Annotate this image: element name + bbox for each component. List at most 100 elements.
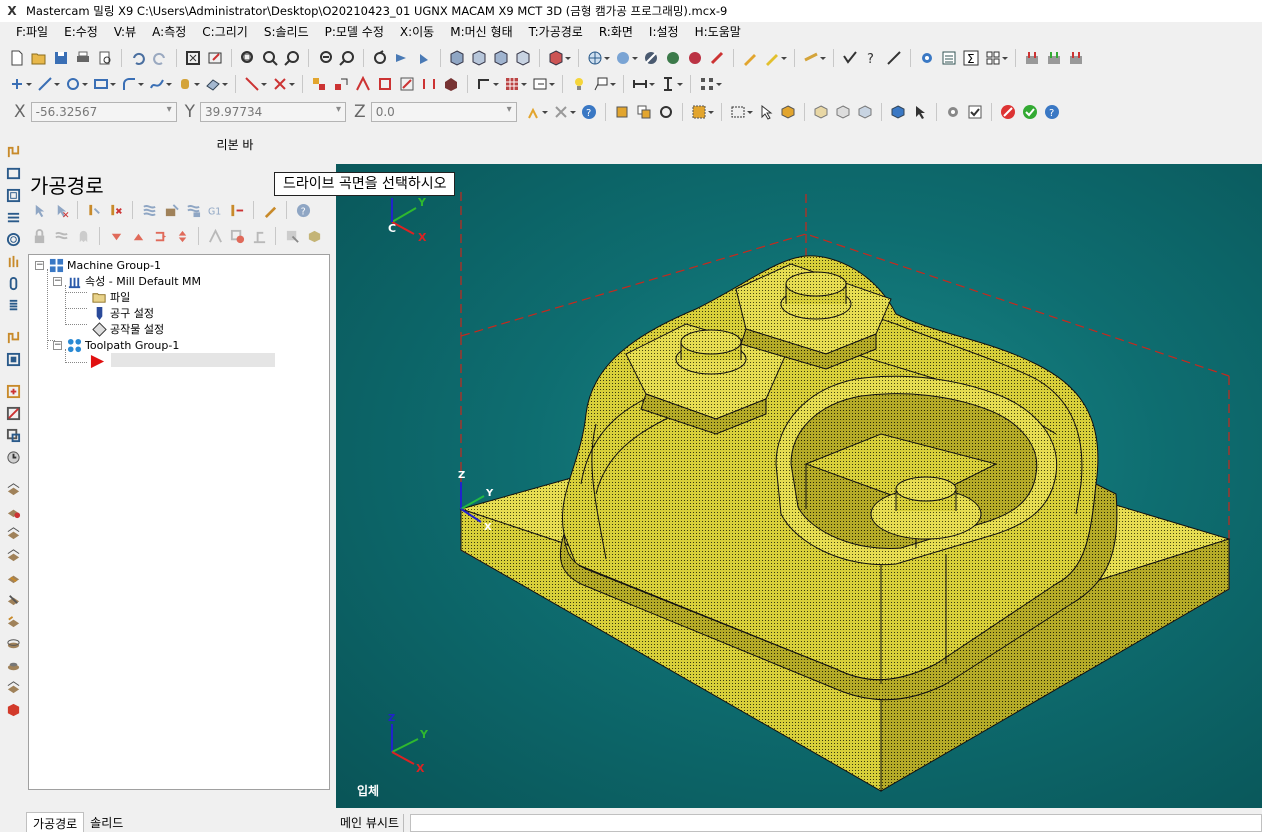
shaded-icon[interactable] xyxy=(663,48,683,68)
pattern-icon[interactable] xyxy=(697,74,722,94)
sigma-icon[interactable]: Σ xyxy=(961,48,981,68)
menu-screen[interactable]: R:화면 xyxy=(591,22,641,43)
toolpath-pocket-icon[interactable] xyxy=(4,186,22,204)
leader-note-icon[interactable] xyxy=(591,74,616,94)
list-icon[interactable] xyxy=(939,48,959,68)
g1-post-icon[interactable]: G1 xyxy=(205,200,225,220)
toolpath-trim-icon[interactable] xyxy=(4,404,22,422)
select-check-icon[interactable] xyxy=(965,102,985,122)
print-icon[interactable] xyxy=(73,48,93,68)
select-refresh-icon[interactable] xyxy=(656,102,676,122)
simulate-icon[interactable] xyxy=(183,200,203,220)
delete-operations-icon[interactable] xyxy=(260,200,280,220)
regenerate-selected-icon[interactable] xyxy=(84,200,104,220)
tool-manager-icon[interactable] xyxy=(282,226,302,246)
tab-solids[interactable]: 솔리드 xyxy=(84,812,129,832)
fit-screen-icon[interactable] xyxy=(183,48,203,68)
toolpath-only-icon[interactable] xyxy=(205,226,225,246)
help-icon[interactable]: ? xyxy=(1042,102,1062,122)
menu-analyze[interactable]: A:측정 xyxy=(144,22,194,43)
toolpath-transform-icon[interactable] xyxy=(4,426,22,444)
surface-rough-contour-icon[interactable] xyxy=(4,568,22,586)
open-folder-icon[interactable] xyxy=(29,48,49,68)
surface-rough-restmill-icon[interactable] xyxy=(4,590,22,608)
hidden-line-icon[interactable] xyxy=(641,48,661,68)
toolpath-slot-icon[interactable] xyxy=(4,252,22,270)
model-manager-icon[interactable] xyxy=(304,226,324,246)
tab-toolpaths[interactable]: 가공경로 xyxy=(26,812,85,832)
toolpath-model-chamfer-icon[interactable] xyxy=(4,350,22,368)
menu-settings[interactable]: I:설정 xyxy=(641,22,687,43)
toolpath-point-icon[interactable] xyxy=(4,382,22,400)
surface-rough-parallel-icon[interactable] xyxy=(4,480,22,498)
brush-icon[interactable] xyxy=(801,48,826,68)
surface-rough-flowline-icon[interactable] xyxy=(4,546,22,564)
xform-translate-icon[interactable] xyxy=(309,74,329,94)
pencil-dropdown-icon[interactable] xyxy=(762,48,787,68)
view-cube-dropdown-icon[interactable] xyxy=(546,48,571,68)
vertical-dimension-icon[interactable] xyxy=(658,74,683,94)
dynamic-rotation-icon[interactable] xyxy=(392,48,412,68)
select-chain-icon[interactable] xyxy=(612,102,632,122)
toggle-display-icon[interactable] xyxy=(51,226,71,246)
solid-edge-icon[interactable] xyxy=(855,102,875,122)
fast-point-icon[interactable] xyxy=(523,102,548,122)
tree-files[interactable]: 파일 xyxy=(91,289,130,305)
toolpath-simulate-icon[interactable] xyxy=(1066,48,1086,68)
translucency-icon[interactable] xyxy=(685,48,705,68)
undo-icon[interactable] xyxy=(128,48,148,68)
toolpath-backplot-icon[interactable] xyxy=(1044,48,1064,68)
tree-machine-group[interactable]: − Machine Group-1 xyxy=(35,257,161,273)
toolpath-thread-icon[interactable] xyxy=(4,274,22,292)
trim-icon[interactable] xyxy=(242,74,267,94)
wireframe-globe-icon[interactable] xyxy=(585,48,610,68)
solid-block-icon[interactable] xyxy=(4,700,22,718)
grid-icon[interactable] xyxy=(983,48,1008,68)
move-insert-down-icon[interactable] xyxy=(106,226,126,246)
verify-icon[interactable] xyxy=(161,200,181,220)
tree-properties[interactable]: − 속성 - Mill Default MM xyxy=(53,273,201,289)
note-icon[interactable] xyxy=(530,74,555,94)
window-select-icon[interactable] xyxy=(728,102,753,122)
point-icon[interactable] xyxy=(7,74,32,94)
toggle-posting-icon[interactable] xyxy=(73,226,93,246)
ok-icon[interactable] xyxy=(1020,102,1040,122)
graphics-viewport[interactable]: Y X C Z Y X Z Y X xyxy=(336,164,1262,808)
backplot-icon[interactable] xyxy=(139,200,159,220)
view-iso-icon[interactable] xyxy=(447,48,467,68)
surface-rough-radial-icon[interactable] xyxy=(4,502,22,520)
y-coordinate-field[interactable]: 39.97734 xyxy=(200,102,347,122)
highfeed-icon[interactable] xyxy=(227,200,247,220)
menu-machine-type[interactable]: M:머신 형태 xyxy=(442,22,520,43)
xform-stretch-icon[interactable] xyxy=(419,74,439,94)
toolpath-helix-icon[interactable] xyxy=(4,296,22,314)
menu-file[interactable]: F:파일 xyxy=(8,22,56,43)
autocursor-override-icon[interactable] xyxy=(551,102,576,122)
toolpath-nesting-icon[interactable] xyxy=(4,448,22,466)
xform-offset-icon[interactable] xyxy=(375,74,395,94)
ribbon-help-icon[interactable]: ? xyxy=(579,102,599,122)
xform-scale-icon[interactable] xyxy=(397,74,417,94)
zoom-window-icon[interactable] xyxy=(238,48,258,68)
tree-toolpath-group[interactable]: − Toolpath Group-1 xyxy=(53,337,179,353)
regenerate-dirty-icon[interactable] xyxy=(106,200,126,220)
collapse-icon[interactable]: − xyxy=(53,340,62,350)
tree-insert-arrow[interactable] xyxy=(89,353,108,369)
tab-main-viewsheet[interactable]: 메인 뷰시트 xyxy=(336,814,405,832)
xform-mirror-icon[interactable] xyxy=(353,74,373,94)
toolpath-drill-icon[interactable] xyxy=(4,164,22,182)
select-group-icon[interactable] xyxy=(634,102,654,122)
xform-project-icon[interactable] xyxy=(441,74,461,94)
pan-icon[interactable] xyxy=(414,48,434,68)
hatch-grid-icon[interactable] xyxy=(502,74,527,94)
save-icon[interactable] xyxy=(51,48,71,68)
menu-xform[interactable]: X:이동 xyxy=(392,22,442,43)
settings-gear-icon[interactable] xyxy=(917,48,937,68)
toggle-graphics-icon[interactable] xyxy=(227,226,247,246)
menu-view[interactable]: V:뷰 xyxy=(106,22,144,43)
new-file-icon[interactable] xyxy=(7,48,27,68)
spline-icon[interactable] xyxy=(147,74,172,94)
verify-selection-icon[interactable] xyxy=(910,102,930,122)
solid-body-icon[interactable] xyxy=(833,102,853,122)
primitive-cylinder-icon[interactable] xyxy=(175,74,200,94)
